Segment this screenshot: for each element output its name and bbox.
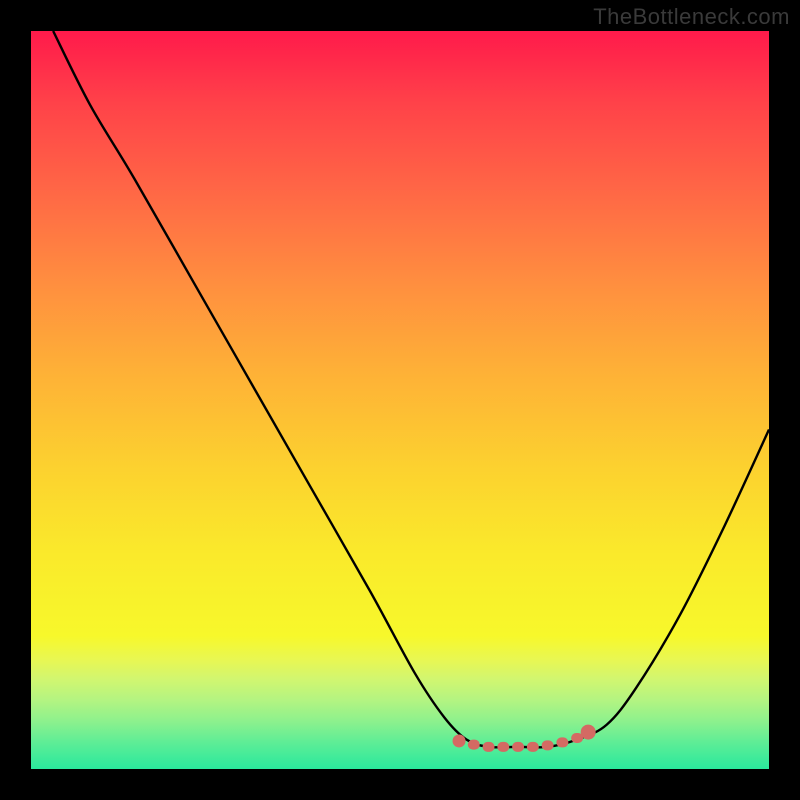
marker-dash [483, 742, 495, 752]
plot-area [31, 31, 769, 769]
marker-dot-end [581, 725, 596, 740]
marker-dash [542, 740, 554, 750]
bottleneck-curve-line [53, 31, 769, 747]
watermark-text: TheBottleneck.com [593, 4, 790, 30]
marker-dash [497, 742, 509, 752]
marker-dash [468, 740, 480, 750]
marker-dash [512, 742, 524, 752]
marker-dot-start [453, 734, 466, 747]
marker-dash [556, 737, 568, 747]
marker-dash [527, 742, 539, 752]
chart-frame: TheBottleneck.com [0, 0, 800, 800]
chart-svg [31, 31, 769, 769]
